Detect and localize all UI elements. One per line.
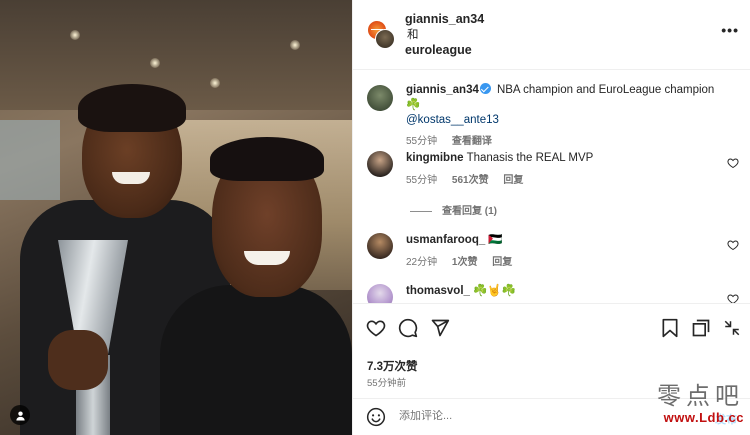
user-tag-icon[interactable] [10, 405, 30, 425]
comment-avatar[interactable] [367, 284, 393, 303]
verified-badge-icon [479, 83, 491, 94]
comment-text: 🇵🇸 [488, 234, 503, 246]
comment-username[interactable]: kingmibne [406, 152, 464, 164]
heart-icon[interactable] [727, 157, 739, 169]
likes-count[interactable]: 7.3万次赞 [367, 358, 418, 374]
comment-input[interactable] [399, 410, 649, 422]
comment-likes[interactable]: 1次赞 [452, 257, 478, 268]
caption-avatar[interactable] [367, 85, 393, 111]
site-watermark: 零点吧 www.Ldb.cc [657, 384, 744, 424]
comment-username[interactable]: thomasvol_ [406, 285, 470, 297]
heart-icon[interactable] [727, 239, 739, 251]
post-time: 55分钟前 [367, 378, 407, 389]
comment-avatar[interactable] [367, 233, 393, 259]
comment-username[interactable]: usmanfarooq_ [406, 234, 485, 246]
share-send-icon[interactable] [429, 317, 451, 339]
view-replies-button[interactable]: 查看回复 (1) [410, 202, 497, 217]
header-username-1[interactable]: giannis_an34 [405, 12, 484, 26]
comment-bubble-icon[interactable] [397, 317, 419, 339]
watermark-url: www.Ldb.cc [663, 410, 744, 425]
collab-avatars[interactable] [367, 20, 395, 49]
caption-time: 55分钟 [406, 136, 438, 147]
save-bookmark-icon[interactable] [659, 317, 681, 339]
header-conjunction: 和 [407, 29, 419, 41]
ellipsis-icon[interactable]: ••• [721, 22, 739, 38]
ceiling-light [290, 40, 300, 50]
reply-button[interactable]: 回复 [503, 175, 523, 186]
comment-avatar[interactable] [367, 151, 393, 177]
caption-username[interactable]: giannis_an34 [406, 84, 479, 96]
see-translation-link[interactable]: 查看翻译 [452, 136, 492, 147]
ceiling-light [70, 30, 80, 40]
person-right [160, 135, 352, 435]
action-bar [353, 314, 750, 344]
collapse-icon[interactable] [721, 317, 743, 339]
emoji-icon[interactable] [366, 407, 386, 427]
expand-copy-icon[interactable] [690, 317, 712, 339]
giannis-avatar[interactable] [375, 29, 395, 49]
comment-text: Thanasis the REAL MVP [466, 152, 594, 164]
collab-usernames: giannis_an34 和 euroleague [405, 12, 484, 59]
view-replies-label: 查看回复 (1) [442, 206, 497, 217]
comment-time: 55分钟 [406, 175, 438, 186]
comments-list: giannis_an34 NBA champion and EuroLeague… [353, 71, 750, 303]
post-side-panel: giannis_an34 和 euroleague ••• giannis_an… [352, 0, 750, 435]
reply-button[interactable]: 回复 [492, 257, 512, 268]
trophy-image [48, 240, 134, 435]
like-heart-icon[interactable] [365, 317, 387, 339]
watermark-chinese: 零点吧 [657, 382, 744, 410]
caption-mention[interactable]: @kostas__ante13 [406, 114, 499, 126]
post-photo[interactable] [0, 0, 352, 435]
ceiling-light [150, 58, 160, 68]
comment-text: ☘️🤘☘️ [472, 285, 516, 297]
post-header: giannis_an34 和 euroleague ••• [353, 0, 750, 70]
comment-likes[interactable]: 561次赞 [452, 175, 489, 186]
heart-icon[interactable] [727, 293, 739, 303]
comment-time: 22分钟 [406, 257, 438, 268]
header-username-2[interactable]: euroleague [405, 43, 472, 57]
